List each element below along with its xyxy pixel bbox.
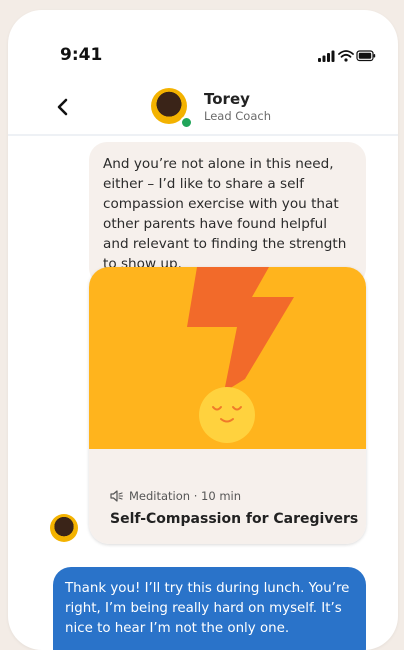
- meditation-card[interactable]: Meditation · 10 min Self-Compassion for …: [89, 267, 366, 544]
- user-message-bubble: Thank you! I’ll try this during lunch. Y…: [53, 567, 366, 650]
- coach-name: Torey: [204, 90, 250, 108]
- signal-icon: [318, 50, 335, 62]
- sleeping-sun-illustration: [199, 387, 255, 443]
- chat-header: Torey Lead Coach: [8, 82, 398, 136]
- meditation-meta-text: Meditation · 10 min: [129, 489, 242, 503]
- meditation-meta: Meditation · 10 min: [110, 489, 241, 503]
- lightning-bolt-illustration: [187, 267, 294, 392]
- coach-message-bubble: And you’re not alone in this need, eithe…: [89, 142, 366, 286]
- status-time: 9:41: [60, 45, 103, 65]
- meditation-title: Self-Compassion for Caregivers: [110, 511, 359, 527]
- meditation-card-info: Meditation · 10 min Self-Compassion for …: [89, 449, 366, 544]
- coach-avatar-small: [50, 514, 78, 542]
- status-bar: 9:41: [8, 10, 398, 82]
- status-icons: [318, 48, 376, 67]
- meditation-artwork: [89, 267, 366, 449]
- back-chevron-icon[interactable]: [54, 98, 72, 116]
- battery-icon: [356, 50, 376, 62]
- coach-role: Lead Coach: [204, 109, 272, 123]
- speaker-icon: [110, 490, 124, 502]
- phone-screen: 9:41 Torey Lead Coach And you’re not alo…: [8, 10, 398, 650]
- online-status-dot: [180, 116, 193, 129]
- wifi-icon: [338, 50, 354, 62]
